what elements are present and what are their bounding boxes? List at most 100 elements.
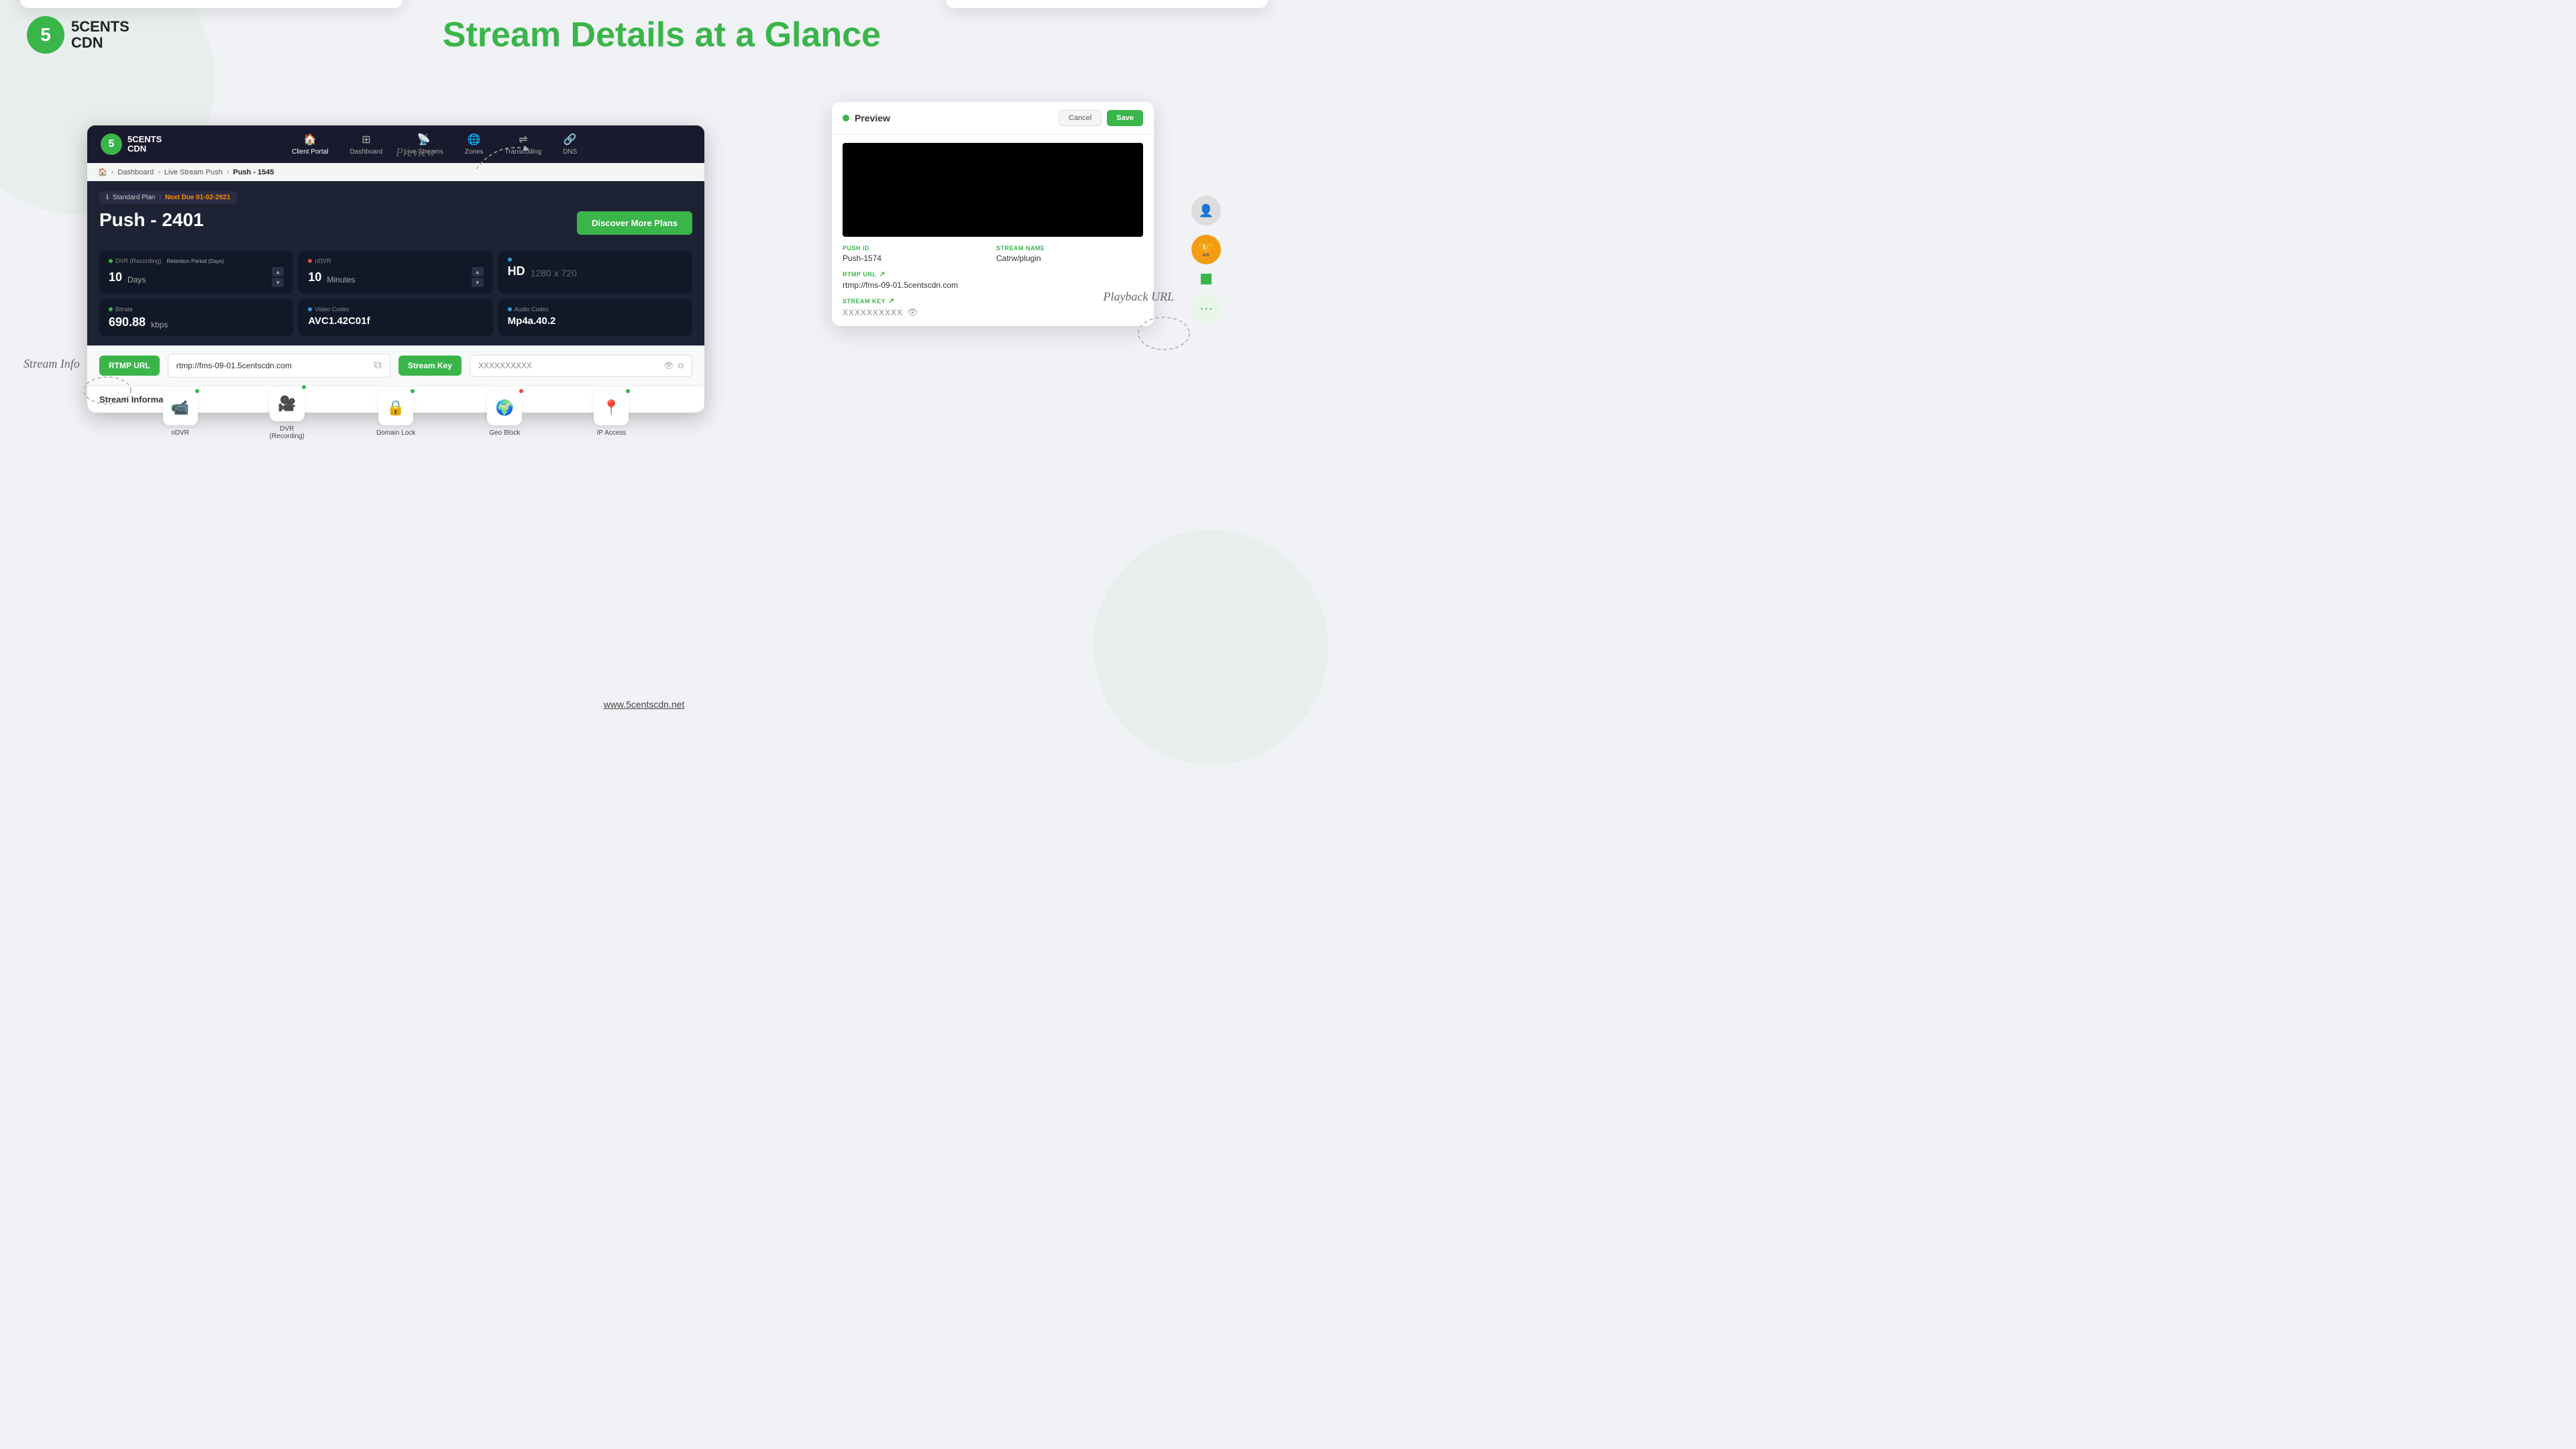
bitrate-value: 690.88 kbps xyxy=(109,315,284,329)
geo-block-icon-wrap: 🌍 xyxy=(487,390,522,425)
info-icon: ℹ xyxy=(106,194,109,201)
ip-access-icon: 📍 xyxy=(602,399,621,417)
nav-dns[interactable]: 🔗 DNS xyxy=(552,129,588,160)
ndvr-decrement[interactable]: ▼ xyxy=(472,278,484,287)
breadcrumb-dashboard[interactable]: Dashboard xyxy=(117,168,154,176)
discover-plans-button[interactable]: Discover More Plans xyxy=(577,211,692,235)
breadcrumb-home-icon[interactable]: 🏠 xyxy=(98,168,107,176)
dvr-decrement[interactable]: ▼ xyxy=(272,278,284,287)
bg-decoration-right xyxy=(1093,530,1328,765)
breadcrumb: 🏠 › Dashboard › Live Stream Push › Push … xyxy=(87,163,704,181)
feature-ndvr[interactable]: 📹 nDVR xyxy=(163,390,198,437)
dvr-icon-wrap: 🎥 xyxy=(270,386,305,421)
dash-logo-circle: 5 xyxy=(101,133,122,155)
nav-client-portal[interactable]: 🏠 Client Portal xyxy=(281,129,339,160)
ndvr-increment[interactable]: ▲ xyxy=(472,267,484,276)
stream-key-copy-icon[interactable]: ⧉ xyxy=(678,361,684,371)
eye-slash-icon[interactable]: 👁 xyxy=(663,361,674,371)
logo-line1: 5CENTS xyxy=(71,19,129,35)
preview-video-player xyxy=(843,143,1143,237)
vcodec-value: AVC1.42C01f xyxy=(308,315,483,327)
dash-logo: 5 5CENTSCDN xyxy=(101,133,162,155)
footer-url[interactable]: www.5centscdn.net xyxy=(604,699,685,710)
transcoding-icon: ⇌ xyxy=(519,133,527,146)
stream-key-value: XXXXXXXXXX xyxy=(478,361,532,370)
dvr-increment[interactable]: ▲ xyxy=(272,267,284,276)
stream-key-field-row: XXXXXXXXXX 👁 xyxy=(843,307,1143,318)
rtmp-url-input[interactable]: rtmp://fms-09-01.5centscdn.com ⧉ xyxy=(168,354,390,378)
preview-save-button[interactable]: Save xyxy=(1107,110,1143,126)
push-title: Push - 2401 xyxy=(99,209,204,231)
hd-dot xyxy=(508,258,512,262)
dashboard-card: 5 5CENTSCDN 🏠 Client Portal ⊞ Dashboard … xyxy=(87,125,704,413)
ip-access-label: IP Access xyxy=(597,429,627,437)
ndvr-dot xyxy=(308,259,312,263)
stat-audio-codec: Audio Codec Mp4a.40.2 xyxy=(498,299,692,336)
logo-line2: CDN xyxy=(71,35,129,51)
nav-dashboard[interactable]: ⊞ Dashboard xyxy=(339,129,393,160)
ndvr-icon-wrap: 📹 xyxy=(163,390,198,425)
zones-icon: 🌐 xyxy=(468,133,481,146)
dvr-stepper[interactable]: ▲ ▼ xyxy=(272,267,284,287)
rtmp-copy-icon[interactable]: ⧉ xyxy=(374,360,381,372)
stat-audio-codec-label: Audio Codec xyxy=(508,306,683,313)
feature-domain-lock[interactable]: 🔒 Domain Lock xyxy=(376,390,415,437)
feature-dvr-recording[interactable]: 🎥 DVR(Recording) xyxy=(270,386,305,440)
dvr-recording-label: DVR(Recording) xyxy=(270,425,305,440)
domain-lock-status-dot xyxy=(409,388,416,394)
ndvr-icon: 📹 xyxy=(171,399,189,417)
stream-key-input[interactable]: XXXXXXXXXX 👁 ⧉ xyxy=(470,355,692,377)
stream-name-field: STREAM NAME Catrw/plugin xyxy=(996,245,1143,263)
dvr-value-row: 10 Days ▲ ▼ xyxy=(109,267,284,287)
avatar-user2: 🏆 xyxy=(1191,235,1221,264)
breadcrumb-sep1: › xyxy=(111,168,114,176)
push-id-value: Push-1574 xyxy=(843,254,989,263)
breadcrumb-push[interactable]: Live Stream Push xyxy=(164,168,223,176)
preview-cancel-button[interactable]: Cancel xyxy=(1059,110,1102,126)
ip-access-status-dot xyxy=(625,388,631,394)
dvr-value: 10 Days xyxy=(109,270,146,284)
preview-title-wrap: Preview xyxy=(843,113,890,123)
link-icon: ↗ xyxy=(879,270,885,278)
dns-icon: 🔗 xyxy=(564,133,577,146)
dash-logo-text: 5CENTSCDN xyxy=(127,135,162,154)
rtmp-url-field: RTMP URL ↗ rtmp://fms-09-01.5centscdn.co… xyxy=(843,270,1143,290)
preview-actions: Cancel Save xyxy=(1059,110,1143,126)
page-title: Stream Details at a Glance xyxy=(156,15,1167,55)
preview-title: Preview xyxy=(855,113,890,123)
stream-key-masked-value: XXXXXXXXXX xyxy=(843,308,903,317)
right-sidebar: 👤 🏆 ··· xyxy=(1191,196,1221,323)
stat-video-codec-label: Video Codec xyxy=(308,306,483,313)
stream-key-icons: 👁 ⧉ xyxy=(663,361,684,371)
acodec-value: Mp4a.40.2 xyxy=(508,315,683,327)
feature-ip-access[interactable]: 📍 IP Access xyxy=(594,390,629,437)
preview-eye-icon[interactable]: 👁 xyxy=(907,307,918,318)
stat-dvr-recording: DVR (Recording) Retention Period (Days) … xyxy=(99,251,293,294)
ndvr-stepper[interactable]: ▲ ▼ xyxy=(472,267,484,287)
stat-video-codec: Video Codec AVC1.42C01f xyxy=(299,299,492,336)
stream-info-area: ℹ Standard Plan : Next Due 01-02-2021 Pu… xyxy=(87,181,704,251)
preview-header: Preview Cancel Save xyxy=(832,102,1154,135)
home-icon: 🏠 xyxy=(303,133,317,146)
nav-transcoding[interactable]: ⇌ Transcoding xyxy=(494,129,553,160)
stat-bitrate-label: Bitrate xyxy=(109,306,284,313)
sidebar-menu-dots[interactable]: ··· xyxy=(1191,294,1221,323)
breadcrumb-sep3: › xyxy=(227,168,229,176)
bitrate-dot xyxy=(109,307,113,311)
nav-zones[interactable]: 🌐 Zones xyxy=(454,129,494,160)
domain-lock-icon: 🔒 xyxy=(386,399,405,417)
rtmp-url-field-value: rtmp://fms-09-01.5centscdn.com xyxy=(843,280,1143,290)
ndvr-value: 10 Minutes xyxy=(308,270,355,284)
logo-text: 5CENTS CDN xyxy=(71,19,129,51)
stream-key-badge: Stream Key xyxy=(398,356,462,376)
nav-dashboard-label: Dashboard xyxy=(350,148,382,156)
feature-geo-block[interactable]: 🌍 Geo Block xyxy=(487,390,522,437)
stream-key-field-label: STREAM KEY ↗ xyxy=(843,297,1143,305)
dashboard-icon: ⊞ xyxy=(362,133,370,146)
domain-lock-icon-wrap: 🔒 xyxy=(378,390,413,425)
plan-name: Standard Plan xyxy=(113,194,155,201)
stream-key-field: STREAM KEY ↗ XXXXXXXXXX 👁 xyxy=(843,297,1143,318)
rtmp-url-value: rtmp://fms-09-01.5centscdn.com xyxy=(176,361,292,370)
hd-value: HD 1280 x 720 xyxy=(508,264,683,278)
sidebar-green-dot xyxy=(1201,274,1212,284)
